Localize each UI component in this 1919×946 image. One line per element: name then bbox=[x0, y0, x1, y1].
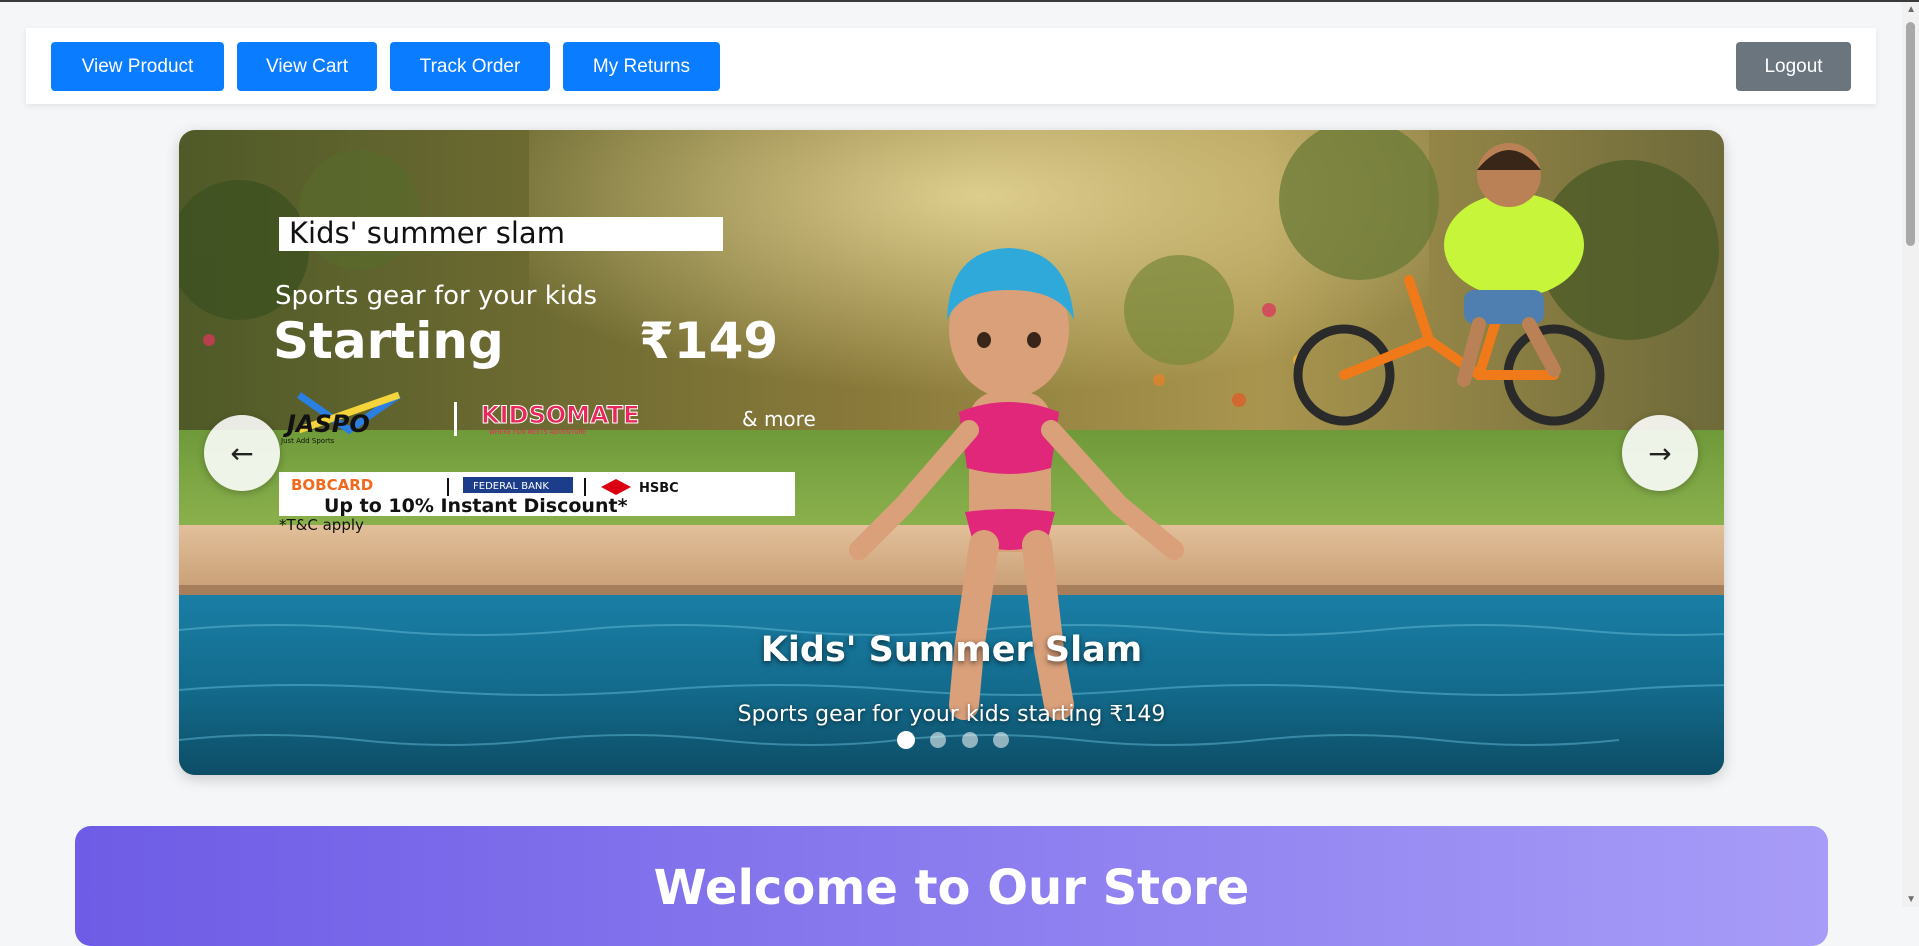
view-product-button[interactable]: View Product bbox=[51, 42, 224, 91]
federal-bank-logo: FEDERAL BANK bbox=[473, 481, 549, 492]
banner-tag: Kids' summer slam bbox=[289, 216, 565, 250]
carousel-indicators bbox=[897, 731, 1020, 751]
logout-button[interactable]: Logout bbox=[1736, 42, 1851, 91]
welcome-title: Welcome to Our Store bbox=[653, 860, 1250, 916]
view-cart-button[interactable]: View Cart bbox=[237, 42, 377, 91]
svg-text:JASPO: JASPO bbox=[283, 410, 370, 438]
page-scrollbar[interactable]: ▲ ▼ bbox=[1902, 2, 1919, 907]
track-order-button[interactable]: Track Order bbox=[390, 42, 550, 91]
carousel-dot[interactable] bbox=[993, 732, 1010, 748]
banner-line1: Sports gear for your kids bbox=[275, 281, 597, 311]
discount-text: Up to 10% Instant Discount* bbox=[324, 495, 628, 517]
my-returns-button[interactable]: My Returns bbox=[563, 42, 720, 91]
banner-starting-text: Starting bbox=[273, 312, 504, 370]
scroll-up-icon[interactable]: ▲ bbox=[1906, 4, 1916, 15]
svg-text:Just Add Sports: Just Add Sports bbox=[280, 437, 335, 445]
hsbc-logo: HSBC bbox=[639, 481, 679, 496]
top-navbar: View Product View Cart Track Order My Re… bbox=[26, 28, 1876, 104]
slide-title: Kids' Summer Slam bbox=[760, 630, 1143, 670]
bobcard-logo: BOBCARD bbox=[291, 476, 373, 494]
welcome-banner: Welcome to Our Store bbox=[75, 826, 1828, 946]
terms-text: *T&C apply bbox=[279, 516, 364, 534]
arrow-right-icon: → bbox=[1648, 436, 1672, 470]
slide-subtitle: Sports gear for your kids starting ₹149 bbox=[737, 702, 1166, 727]
banner-price-text: ₹149 bbox=[639, 312, 778, 370]
carousel-next-button[interactable]: → bbox=[1622, 415, 1698, 491]
carousel-dot[interactable] bbox=[930, 732, 947, 748]
svg-text:WHERE FUN MEETS ADVENTURE: WHERE FUN MEETS ADVENTURE bbox=[489, 429, 587, 436]
scroll-down-icon[interactable]: ▼ bbox=[1906, 894, 1916, 905]
banner-image: Kids' summer slam Sports gear for your k… bbox=[179, 130, 1724, 775]
and-more-text: & more bbox=[742, 407, 816, 431]
carousel-prev-button[interactable]: ← bbox=[204, 415, 280, 491]
arrow-left-icon: ← bbox=[230, 436, 254, 470]
carousel-dot[interactable] bbox=[897, 731, 915, 749]
scrollbar-thumb[interactable] bbox=[1906, 22, 1915, 246]
carousel-dot[interactable] bbox=[961, 732, 978, 748]
svg-text:KIDSOMATE: KIDSOMATE bbox=[481, 401, 640, 429]
hero-carousel: Kids' summer slam Sports gear for your k… bbox=[179, 130, 1724, 775]
